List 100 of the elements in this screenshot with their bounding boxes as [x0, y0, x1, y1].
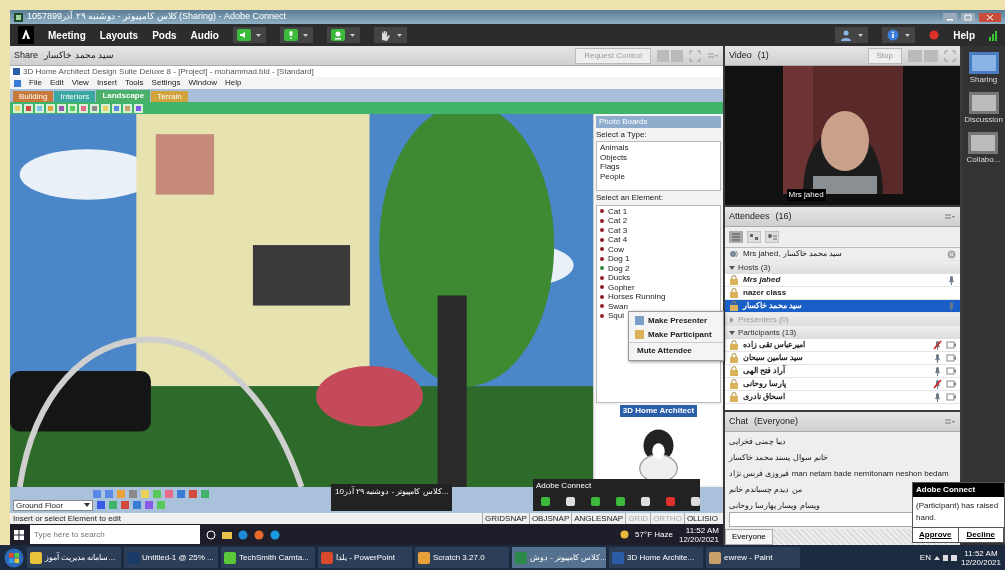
menu-item[interactable]: Layouts — [99, 27, 139, 43]
square-tool-icon[interactable] — [13, 103, 22, 113]
minimize-icon[interactable] — [943, 12, 957, 22]
list-item[interactable]: Horses Running — [608, 292, 666, 302]
tray-icons[interactable] — [933, 553, 958, 562]
chat-tab[interactable]: Everyone — [725, 529, 773, 545]
caret-icon[interactable] — [348, 31, 356, 39]
square-tool-icon[interactable] — [123, 103, 132, 113]
menu-item[interactable]: Help — [224, 77, 242, 89]
list-item[interactable]: Dog 2 — [608, 263, 630, 273]
microphone-icon[interactable] — [283, 29, 298, 41]
menu-item[interactable]: File — [29, 77, 42, 89]
widget-control-icon[interactable] — [566, 497, 575, 506]
list-item[interactable]: Swan — [608, 301, 628, 311]
menu-item[interactable]: Meeting — [48, 27, 86, 43]
fullscreen-icon[interactable] — [944, 49, 956, 62]
menu-item[interactable]: Audio — [190, 27, 219, 43]
attendee-row[interactable]: Mrs jahed — [725, 274, 960, 287]
list-item[interactable]: Gopher — [608, 282, 635, 292]
square-tool-icon[interactable] — [57, 103, 66, 113]
menu-item[interactable]: Window — [188, 77, 217, 89]
menu-item[interactable]: Insert — [96, 77, 117, 89]
widget-control-icon[interactable] — [641, 497, 650, 506]
speaker-icon[interactable] — [236, 29, 251, 41]
attendee-row[interactable]: پارسا روحانی — [725, 378, 960, 391]
layout-label[interactable]: Sharing — [969, 74, 998, 86]
widget-control-icon[interactable] — [541, 497, 550, 506]
folder-icon[interactable] — [222, 529, 232, 540]
person-list-icon[interactable] — [765, 231, 779, 243]
taskbar-button[interactable]: Scratch 3.27.0 — [415, 547, 509, 568]
list-item[interactable]: Cat 1 — [608, 206, 628, 216]
list-item[interactable]: Flags — [600, 162, 717, 172]
taskbar-button[interactable]: کلاس کامپیوتر - دوش... — [512, 547, 606, 568]
widget-control-icon[interactable] — [616, 497, 625, 506]
menu-item[interactable]: Edit — [49, 77, 64, 89]
caret-icon[interactable] — [395, 31, 403, 39]
menu-item[interactable]: Tools — [124, 77, 144, 89]
caret-icon[interactable] — [301, 31, 309, 39]
grid-view-icon[interactable] — [747, 231, 761, 243]
menu-item[interactable]: Pods — [152, 27, 177, 43]
layout-label[interactable]: Collabo... — [966, 154, 1001, 166]
maximize-icon[interactable] — [961, 12, 975, 22]
windows-start-icon[interactable] — [4, 547, 24, 568]
square-tool-icon[interactable] — [101, 103, 110, 113]
caret-icon[interactable] — [254, 31, 262, 39]
attendee-row[interactable]: آراد فتح الهی — [725, 365, 960, 378]
pod-menu-icon[interactable] — [944, 416, 956, 427]
attendee-row[interactable]: امیرعباس تقی زاده — [725, 339, 960, 352]
floor-dropdown[interactable]: Ground Floor — [13, 499, 93, 511]
square-tool-icon[interactable] — [68, 103, 77, 113]
taskbar-button[interactable]: Untitled-1 @ 25% ... — [124, 547, 218, 568]
skype-icon[interactable] — [270, 529, 280, 540]
list-item[interactable]: Cow — [608, 244, 624, 254]
help-link[interactable]: Help — [953, 27, 975, 43]
list-item[interactable]: Dog 1 — [608, 254, 630, 264]
layout-thumbnail-icon[interactable] — [968, 52, 999, 74]
firefox-icon[interactable] — [254, 529, 264, 540]
record-icon[interactable] — [929, 30, 940, 40]
square-tool-icon[interactable] — [46, 103, 55, 113]
square-tool-icon[interactable] — [134, 103, 143, 113]
caret-icon[interactable] — [904, 31, 912, 39]
taskbar-button[interactable]: ewrew - Paint — [706, 547, 800, 568]
list-item[interactable]: People — [600, 171, 717, 181]
windows-start-icon[interactable] — [14, 529, 24, 540]
language-indicator[interactable]: EN — [919, 551, 931, 564]
close-icon[interactable] — [979, 12, 1001, 22]
layout-label[interactable]: Discussion — [964, 114, 1003, 126]
mini-window[interactable]: کلاس کامپیوتر - دوشنبه ۲۹ آذر10... — [331, 484, 453, 511]
square-tool-icon[interactable] — [35, 103, 44, 113]
widget-control-icon[interactable] — [691, 497, 700, 506]
layout-thumbnail-icon[interactable] — [968, 132, 999, 154]
square-tool-icon[interactable] — [90, 103, 99, 113]
list-item[interactable]: Ducks — [608, 273, 631, 283]
browser-icon[interactable] — [238, 529, 248, 540]
square-tool-icon[interactable] — [79, 103, 88, 113]
menu-item[interactable]: Settings — [151, 77, 181, 89]
menu-item[interactable]: Mute Attendee — [629, 344, 723, 358]
attendee-row[interactable]: سید سامین سبحان — [725, 352, 960, 365]
square-tool-icon[interactable] — [112, 103, 121, 113]
taskbar-button[interactable]: TechSmith Camta... — [221, 547, 315, 568]
widget-control-icon[interactable] — [666, 497, 675, 506]
list-item[interactable]: Cat 3 — [608, 225, 628, 235]
group-header[interactable]: Hosts (3) — [725, 261, 960, 274]
list-item[interactable]: Animals — [600, 143, 717, 153]
taskbar-button[interactable]: 3D Home Archite... — [609, 547, 703, 568]
circle-icon[interactable] — [206, 529, 216, 540]
widget-control-icon[interactable] — [591, 497, 600, 506]
list-view-icon[interactable] — [729, 231, 743, 243]
menu-item[interactable]: View — [71, 77, 89, 89]
square-tool-icon[interactable] — [24, 103, 33, 113]
list-item[interactable]: Squi — [608, 311, 624, 321]
info-icon[interactable] — [886, 29, 901, 41]
layout-thumbnail-icon[interactable] — [968, 92, 999, 114]
pod-menu-icon[interactable] — [707, 50, 719, 61]
list-item[interactable]: Objects — [600, 152, 717, 162]
group-header[interactable]: Participants (13) — [725, 326, 960, 339]
search-field[interactable]: Type here to search — [30, 525, 200, 544]
attendee-row[interactable]: اسحاق نادری — [725, 391, 960, 404]
webcam-icon[interactable] — [330, 29, 345, 41]
menu-item[interactable]: Make Participant — [629, 327, 723, 341]
